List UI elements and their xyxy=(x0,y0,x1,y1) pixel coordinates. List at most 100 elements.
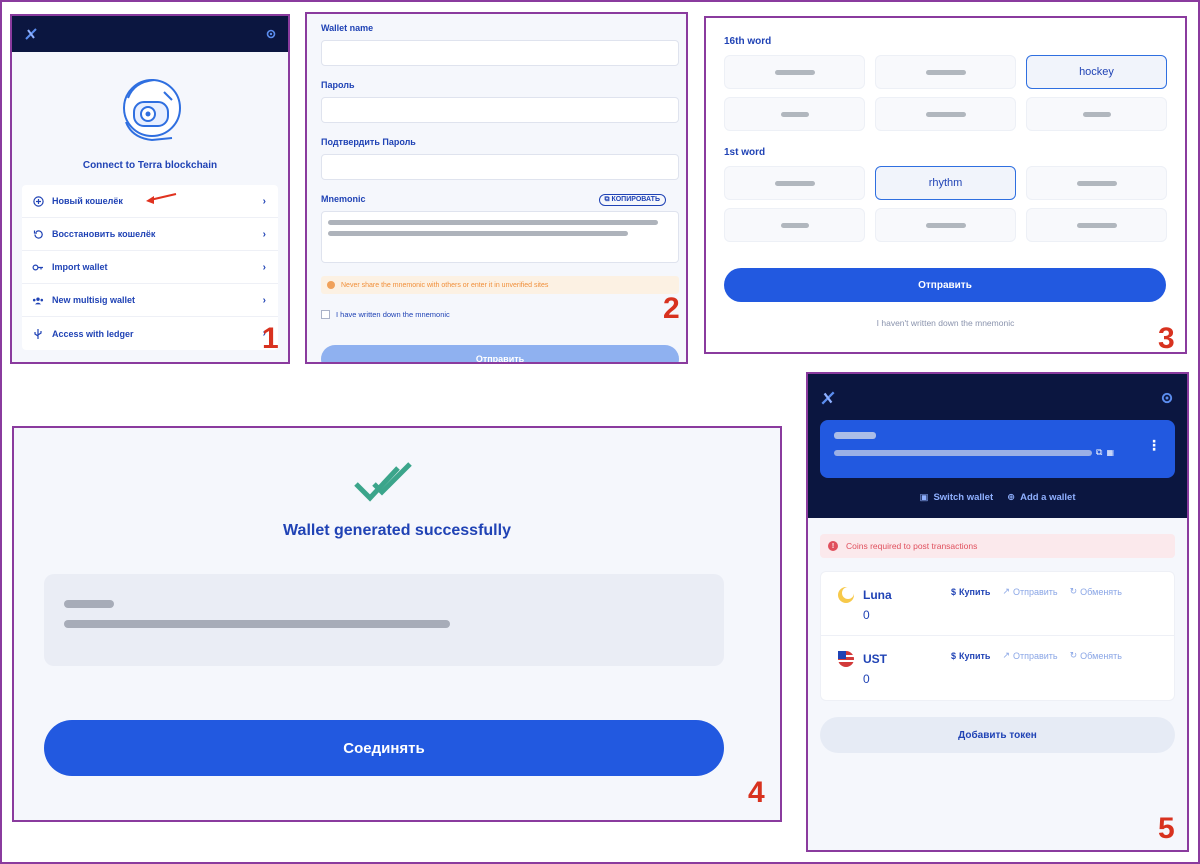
dollar-circle-icon: $ xyxy=(951,586,957,597)
mnemonic-warning: Never share the mnemonic with others or … xyxy=(321,276,679,294)
redacted-word xyxy=(774,180,815,186)
panel-connect: Connect to Terra blockchain Новый кошелё… xyxy=(10,14,290,364)
redacted-word xyxy=(780,222,809,228)
send-arrow-icon: ↗ xyxy=(1002,586,1010,596)
add-token-button[interactable]: Добавить токен xyxy=(820,717,1175,753)
copy-icon[interactable]: ⧉ xyxy=(1096,447,1102,458)
menu-item-label: Import wallet xyxy=(52,262,108,272)
settings-gear-icon[interactable] xyxy=(1161,392,1173,404)
swap-label: Обменять xyxy=(1080,650,1122,661)
connect-button[interactable]: Соединять xyxy=(44,720,724,776)
red-arrow-annotation-icon xyxy=(146,193,177,204)
buy-label: Купить xyxy=(959,586,991,597)
coin-row-ust: UST 0 $ Купить ↗ Отправить ↻ Обменять xyxy=(821,636,1174,700)
menu-item-label: Восстановить кошелёк xyxy=(52,229,156,239)
switch-wallet-button[interactable]: ▣ Switch wallet xyxy=(919,492,993,503)
buy-button[interactable]: $ Купить xyxy=(951,650,990,661)
word-option-selected[interactable]: hockey xyxy=(1026,55,1167,89)
word-option[interactable] xyxy=(1026,97,1167,131)
submit-button[interactable]: Отправить xyxy=(321,345,679,362)
coin-name: Luna xyxy=(863,588,892,602)
word-option[interactable] xyxy=(1026,208,1167,242)
wallet-name-label: Wallet name xyxy=(321,23,374,33)
word-question-1: 16th word xyxy=(724,36,772,47)
connect-heading: Connect to Terra blockchain xyxy=(82,160,218,171)
warning-icon xyxy=(327,281,335,289)
add-wallet-button[interactable]: ⊕ Add a wallet xyxy=(1007,492,1075,503)
plus-circle-icon: ⊕ xyxy=(1007,492,1016,503)
menu-item-multisig-wallet[interactable]: New multisig wallet › xyxy=(22,284,278,317)
menu-item-label: Новый кошелёк xyxy=(52,196,123,206)
chevron-right-icon: › xyxy=(262,261,266,273)
account-card[interactable]: ⧉ ▦ ⋮ xyxy=(820,420,1175,478)
word-option[interactable] xyxy=(724,166,865,200)
more-options-icon[interactable]: ⋮ xyxy=(1147,438,1161,452)
chevron-right-icon: › xyxy=(262,228,266,240)
word-option[interactable] xyxy=(875,55,1016,89)
swap-label: Обменять xyxy=(1080,586,1122,597)
panel-wallet-home: ⧉ ▦ ⋮ ▣ Switch wallet ⊕ Add a wallet ! Coi… xyxy=(806,372,1189,852)
redacted-word xyxy=(1076,222,1117,228)
wallet-icon: ▣ xyxy=(919,492,929,503)
send-button[interactable]: ↗ Отправить xyxy=(1002,650,1057,661)
ust-flag-icon xyxy=(838,651,854,667)
copy-button-label: КОПИРОВАТЬ xyxy=(611,196,660,203)
start-menu: Новый кошелёк › Восстановить кошелёк › I… xyxy=(22,185,278,350)
panel-create-wallet: Wallet name Пароль Подтвердить Пароль Mn… xyxy=(305,12,688,364)
redacted-word xyxy=(1076,180,1117,186)
panel-verify-mnemonic: 16th word hockey 1st word rhythm Отправи… xyxy=(704,16,1187,354)
menu-item-label: Access with ledger xyxy=(52,328,134,339)
menu-item-ledger[interactable]: Access with ledger › xyxy=(22,317,278,350)
confirm-password-input[interactable] xyxy=(321,154,679,180)
swap-icon: ↻ xyxy=(1069,650,1078,660)
password-input[interactable] xyxy=(321,97,679,123)
submit-button[interactable]: Отправить xyxy=(724,268,1166,302)
redacted-word xyxy=(780,111,809,117)
menu-item-new-wallet[interactable]: Новый кошелёк › xyxy=(22,185,278,218)
wallet-address-box xyxy=(44,574,724,666)
word-option[interactable] xyxy=(1026,166,1167,200)
confirm-password-label: Подтвердить Пароль xyxy=(321,137,416,147)
restore-icon xyxy=(32,228,44,240)
coin-balance: 0 xyxy=(863,608,870,622)
copy-mnemonic-button[interactable]: ⧉ КОПИРОВАТЬ xyxy=(598,194,666,206)
wallet-name-input[interactable] xyxy=(321,40,679,66)
plus-circle-icon xyxy=(32,195,44,207)
menu-item-restore-wallet[interactable]: Восстановить кошелёк › xyxy=(22,218,278,251)
swap-button[interactable]: ↻ Обменять xyxy=(1070,650,1122,661)
swap-button[interactable]: ↻ Обменять xyxy=(1070,586,1122,597)
password-label: Пароль xyxy=(321,80,355,90)
word-option[interactable] xyxy=(724,55,865,89)
not-written-link[interactable]: I haven't written down the mnemonic xyxy=(724,318,1167,328)
step-number-5: 5 xyxy=(1158,812,1175,845)
mnemonic-textarea[interactable] xyxy=(321,211,679,263)
key-icon xyxy=(32,261,44,273)
redacted-word xyxy=(925,222,966,228)
coins-required-alert: ! Coins required to post transactions xyxy=(820,534,1175,558)
send-button[interactable]: ↗ Отправить xyxy=(1002,586,1057,597)
coin-list: Luna 0 $ Купить ↗ Отправить ↻ Обменять UST … xyxy=(820,571,1175,701)
word-option-selected[interactable]: rhythm xyxy=(875,166,1016,200)
qr-code-icon[interactable]: ▦ xyxy=(1106,448,1114,457)
alert-icon: ! xyxy=(828,541,838,551)
mnemonic-written-checkbox[interactable] xyxy=(321,310,330,319)
redacted-word xyxy=(774,69,815,75)
app-header xyxy=(12,16,288,52)
menu-item-import-wallet[interactable]: Import wallet › xyxy=(22,251,278,284)
switch-wallet-label: Switch wallet xyxy=(933,492,994,503)
word-option[interactable] xyxy=(724,97,865,131)
word-option[interactable] xyxy=(875,97,1016,131)
word-option[interactable] xyxy=(875,208,1016,242)
word-option[interactable] xyxy=(724,208,865,242)
success-title: Wallet generated successfully xyxy=(283,522,511,539)
checkbox-label: I have written down the mnemonic xyxy=(336,310,450,319)
step-number-3: 3 xyxy=(1158,322,1175,355)
redacted-mnemonic-line xyxy=(328,220,658,225)
double-check-icon xyxy=(354,462,412,502)
step-number-2: 2 xyxy=(663,292,680,325)
add-wallet-label: Add a wallet xyxy=(1020,492,1076,503)
redacted-mnemonic-line xyxy=(328,231,628,236)
settings-gear-icon[interactable] xyxy=(266,29,276,39)
wallet-header: ⧉ ▦ ⋮ ▣ Switch wallet ⊕ Add a wallet xyxy=(808,374,1187,518)
buy-button[interactable]: $ Купить xyxy=(951,586,990,597)
